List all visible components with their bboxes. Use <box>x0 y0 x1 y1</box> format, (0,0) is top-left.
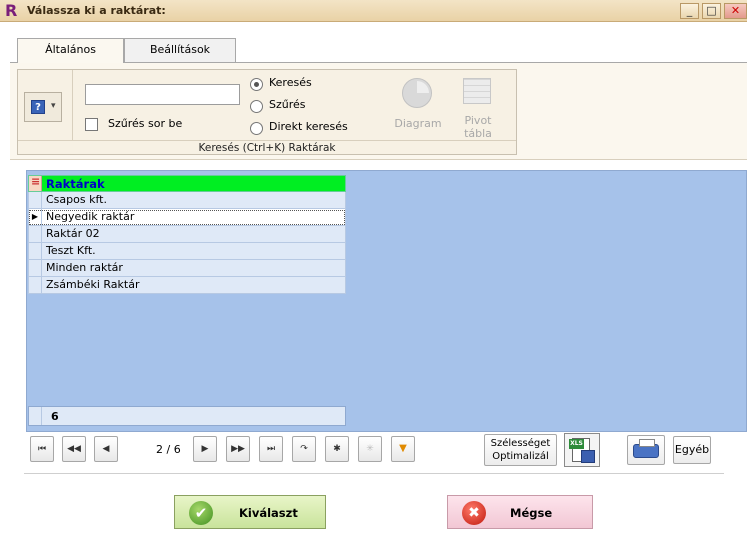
pivot-label-line1: Pivot <box>464 114 492 127</box>
column-chooser-icon[interactable] <box>29 175 42 191</box>
window-title: Válassza ki a raktárat: <box>27 4 166 17</box>
export-xls-button[interactable]: XLS <box>564 433 600 467</box>
table-cell: Zsámbéki Raktár <box>46 278 140 291</box>
table-row[interactable]: Minden raktár <box>28 260 346 277</box>
row-indicator <box>29 226 42 242</box>
grid-table: Raktárak Csapos kft. ▶ Negyedik raktár R… <box>28 175 346 294</box>
table-cell: Minden raktár <box>46 261 123 274</box>
radio-search-label: Keresés <box>269 76 312 89</box>
tab-general[interactable]: Általános <box>17 38 124 63</box>
pivot-table-icon <box>463 78 491 104</box>
column-header-warehouses: Raktárak <box>46 177 105 191</box>
optimize-width-button[interactable]: Szélességet Optimalizál <box>484 434 557 466</box>
prev-record-button[interactable]: ◀ <box>94 436 118 462</box>
radio-filter[interactable] <box>250 100 263 113</box>
table-row[interactable]: Raktár 02 <box>28 226 346 243</box>
current-row-arrow-icon: ▶ <box>29 209 42 225</box>
title-bar: R Válassza ki a raktárat: _ □ ✕ <box>0 0 747 22</box>
optimize-label-line2: Optimalizál <box>492 451 549 462</box>
help-icon: ? <box>31 100 45 114</box>
filter-row-checkbox[interactable] <box>85 118 98 131</box>
checkmark-icon: ✔ <box>189 501 213 525</box>
row-indicator <box>29 277 42 293</box>
table-row[interactable]: Teszt Kft. <box>28 243 346 260</box>
filter-row-label: Szűrés sor be <box>108 117 183 130</box>
separator <box>24 473 724 474</box>
close-icon: ✖ <box>462 501 486 525</box>
cancel-button[interactable]: ✖ Mégse <box>447 495 593 529</box>
optimize-label-line1: Szélességet <box>490 438 551 449</box>
radio-direct-search-label: Direkt keresés <box>269 120 348 133</box>
refresh-button[interactable]: ↷ <box>292 436 316 462</box>
select-button-label: Kiválaszt <box>239 506 298 520</box>
radio-filter-label: Szűrés <box>269 98 306 111</box>
table-row-selected[interactable]: ▶ Negyedik raktár <box>28 209 346 226</box>
app-logo: R <box>5 1 18 20</box>
group-caption: Keresés (Ctrl+K) Raktárak <box>18 140 516 155</box>
grid-header[interactable]: Raktárak <box>28 175 346 192</box>
table-cell: Raktár 02 <box>46 227 100 240</box>
close-button[interactable]: ✕ <box>724 3 747 19</box>
floppy-disk-icon <box>581 450 595 463</box>
disabled-action-button[interactable]: ✳ <box>358 436 382 462</box>
grid-footer: 6 <box>28 406 346 426</box>
other-button[interactable]: Egyéb <box>673 436 711 464</box>
xls-icon: XLS <box>569 439 584 449</box>
main-area: Raktárak Csapos kft. ▶ Negyedik raktár R… <box>10 160 747 476</box>
printer-icon <box>633 439 659 458</box>
pivot-table-button[interactable]: Pivot tábla <box>453 114 503 140</box>
row-indicator <box>29 260 42 276</box>
first-record-button[interactable]: ⏮ <box>30 436 54 462</box>
select-button[interactable]: ✔ Kiválaszt <box>174 495 326 529</box>
ribbon: ? ▾ Szűrés sor be Keresés Szűrés Direkt … <box>10 62 747 160</box>
tab-settings[interactable]: Beállítások <box>124 38 236 62</box>
record-count: 6 <box>51 410 59 423</box>
minimize-button[interactable]: _ <box>680 3 699 19</box>
filter-button[interactable]: ▼ <box>391 436 415 462</box>
search-group: ? ▾ Szűrés sor be Keresés Szűrés Direkt … <box>17 69 517 155</box>
next-page-button[interactable]: ▶▶ <box>226 436 250 462</box>
warehouse-grid: Raktárak Csapos kft. ▶ Negyedik raktár R… <box>26 170 747 432</box>
record-position: 2 / 6 <box>156 443 181 456</box>
radio-search[interactable] <box>250 78 263 91</box>
divider <box>72 70 73 140</box>
table-row[interactable]: Csapos kft. <box>28 192 346 209</box>
pie-chart-icon <box>402 78 432 108</box>
pivot-label-line2: tábla <box>464 127 492 140</box>
chevron-down-icon: ▾ <box>51 101 56 111</box>
next-record-button[interactable]: ▶ <box>193 436 217 462</box>
row-indicator <box>29 243 42 259</box>
maximize-button[interactable]: □ <box>702 3 721 19</box>
diagram-button[interactable]: Diagram <box>388 117 448 130</box>
prev-page-button[interactable]: ◀◀ <box>62 436 86 462</box>
print-button[interactable] <box>627 435 665 465</box>
table-cell: Teszt Kft. <box>46 244 96 257</box>
table-row[interactable]: Zsámbéki Raktár <box>28 277 346 294</box>
row-indicator <box>29 407 42 425</box>
radio-direct-search[interactable] <box>250 122 263 135</box>
help-dropdown[interactable]: ? ▾ <box>24 92 62 122</box>
row-indicator <box>29 192 42 208</box>
table-cell: Csapos kft. <box>46 193 107 206</box>
cancel-button-label: Mégse <box>510 506 553 520</box>
table-cell: Negyedik raktár <box>46 210 135 223</box>
last-record-button[interactable]: ⏭ <box>259 436 283 462</box>
new-record-button[interactable]: ✱ <box>325 436 349 462</box>
search-input[interactable] <box>85 84 240 105</box>
